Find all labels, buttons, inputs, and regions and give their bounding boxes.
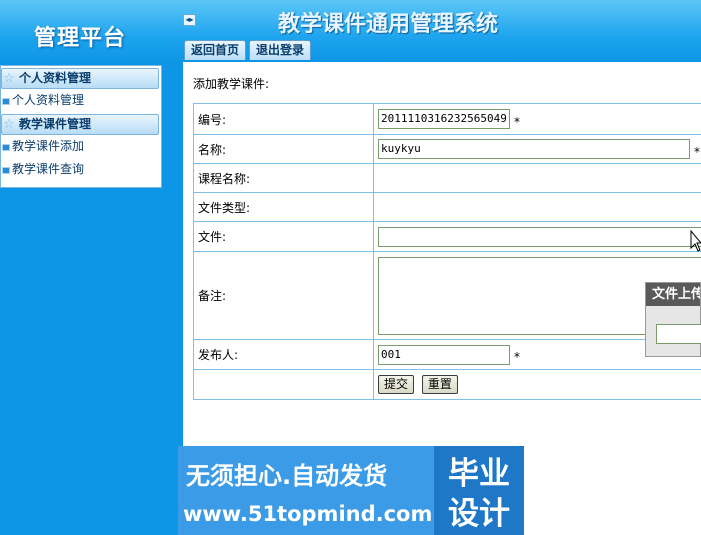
mouse-cursor-icon	[690, 230, 701, 252]
form-row-course: 课程名称:	[193, 163, 701, 193]
form-row-remark: 备注:	[193, 251, 701, 340]
course-select-cell[interactable]	[373, 163, 701, 193]
sidebar-item-profile-manage[interactable]: 个人资料管理	[1, 89, 161, 112]
field-label: 备注:	[193, 251, 374, 340]
reset-button[interactable]: 重置	[421, 375, 458, 394]
sidebar-group-label: 教学课件管理	[19, 117, 92, 131]
system-title: 教学课件通用管理系统	[278, 11, 499, 37]
sidebar: ☆ 个人资料管理 个人资料管理 ☆ 教学课件管理 教学课件添加 教学课件查询	[0, 65, 162, 188]
field-label: 名称:	[193, 134, 374, 164]
form-row-actions: 提交 重置	[193, 369, 701, 400]
banner-slogan: 无须担心.自动发货	[186, 462, 388, 490]
top-header: 管理平台 ◂▸ 教学课件通用管理系统 返回首页 退出登录	[0, 0, 701, 62]
sidebar-group-label: 个人资料管理	[19, 71, 92, 85]
sidebar-item-label: 教学课件添加	[12, 139, 85, 153]
id-input[interactable]: 20111103162325650​49	[378, 109, 510, 129]
tab-logout[interactable]: 退出登录	[249, 40, 312, 60]
sidebar-group-profile[interactable]: ☆ 个人资料管理	[1, 68, 159, 89]
file-input[interactable]	[378, 226, 701, 247]
square-bullet-icon	[2, 144, 10, 151]
publisher-input[interactable]: 001	[378, 344, 510, 365]
sidebar-item-label: 个人资料管理	[12, 93, 85, 107]
banner-url: www.51topmind.com	[183, 502, 433, 526]
star-icon: ☆	[3, 117, 15, 132]
form-row-filetype: 文件类型:	[193, 192, 701, 222]
name-input[interactable]: kuykyu	[378, 139, 690, 159]
platform-logo: 管理平台	[34, 25, 127, 51]
field-label: 发布人:	[193, 339, 374, 370]
banner-badge: 毕业 设计	[444, 454, 514, 534]
square-bullet-icon	[2, 167, 10, 174]
top-tabs: 返回首页 退出登录	[184, 40, 312, 60]
sidebar-group-courseware[interactable]: ☆ 教学课件管理	[1, 114, 159, 135]
required-mark: *	[514, 350, 520, 364]
badge-line-2: 设计	[448, 496, 510, 532]
filetype-select-cell[interactable]	[373, 192, 701, 222]
submit-button[interactable]: 提交	[378, 375, 415, 394]
empty-cell	[193, 369, 374, 400]
star-icon: ☆	[3, 71, 15, 86]
field-label: 文件类型:	[193, 192, 374, 222]
square-bullet-icon	[2, 98, 10, 105]
promo-banner[interactable]: 无须担心.自动发货 www.51topmind.com 毕业 设计	[178, 446, 524, 535]
required-mark: *	[514, 114, 520, 129]
sidebar-item-courseware-query[interactable]: 教学课件查询	[1, 158, 161, 181]
field-label: 文件:	[193, 221, 374, 252]
tab-home[interactable]: 返回首页	[184, 40, 247, 60]
field-label: 课程名称:	[193, 163, 374, 193]
form-row-id: 编号: 20111103162325650​49 *	[193, 103, 701, 135]
upload-panel-title: 文件上传	[646, 283, 700, 306]
upload-file-input[interactable]	[656, 324, 701, 344]
sidebar-item-courseware-add[interactable]: 教学课件添加	[1, 135, 161, 158]
form-row-file: 文件:	[193, 221, 701, 252]
required-mark: *	[694, 144, 700, 159]
field-label: 编号:	[193, 103, 374, 135]
form-row-name: 名称: kuykyu *	[193, 134, 701, 164]
courseware-form: 编号: 20111103162325650​49 * 名称: kuykyu * …	[193, 103, 701, 400]
file-upload-panel: 文件上传	[645, 282, 701, 357]
badge-line-1: 毕业	[448, 456, 510, 492]
form-row-publisher: 发布人: 001 *	[193, 339, 701, 370]
section-title: 添加教学课件:	[193, 77, 270, 91]
sidebar-item-label: 教学课件查询	[12, 162, 85, 176]
sidebar-toggle-icon[interactable]: ◂▸	[183, 14, 196, 26]
